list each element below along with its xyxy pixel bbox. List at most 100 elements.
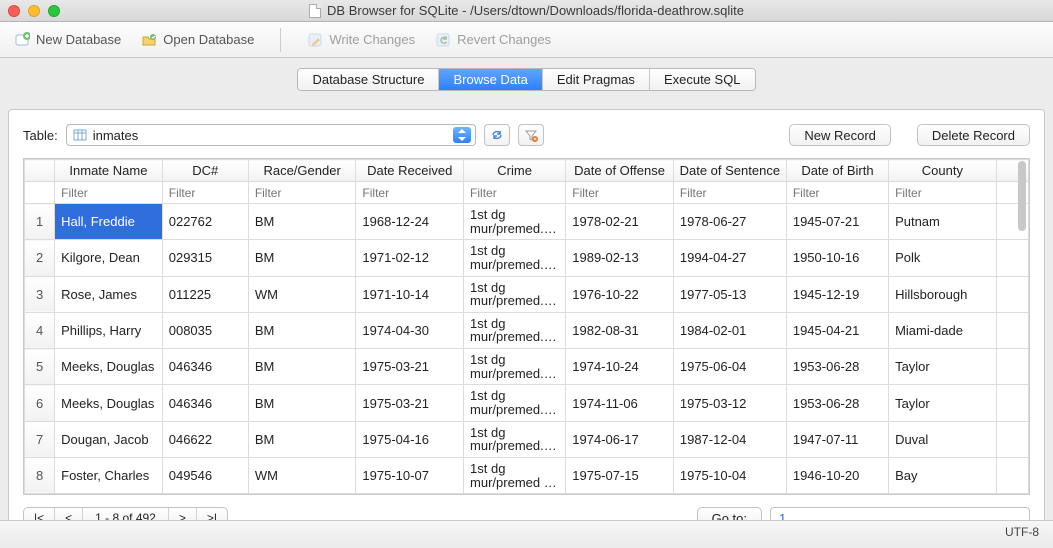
cell-crime[interactable]: 1st dg mur/premed. … — [464, 204, 566, 240]
column-header[interactable]: Date Received — [356, 160, 464, 182]
cell-dob[interactable]: 1953-06-28 — [786, 349, 888, 385]
cell-race-gender[interactable]: WM — [248, 276, 356, 312]
cell-crime[interactable]: 1st dg mur/premed. … — [464, 276, 566, 312]
table-row[interactable]: 5Meeks, Douglas046346BM1975-03-211st dg … — [25, 349, 1029, 385]
cell-date-sentence[interactable]: 1984-02-01 — [673, 312, 786, 348]
cell-dob[interactable]: 1950-10-16 — [786, 240, 888, 276]
column-header[interactable]: DC# — [162, 160, 248, 182]
filter-input[interactable] — [787, 183, 888, 203]
cell-dc[interactable]: 046346 — [162, 349, 248, 385]
cell-race-gender[interactable]: BM — [248, 349, 356, 385]
cell-dc[interactable]: 046346 — [162, 385, 248, 421]
cell-dc[interactable]: 029315 — [162, 240, 248, 276]
cell-date-sentence[interactable]: 1975-10-04 — [673, 457, 786, 493]
revert-changes-button[interactable]: Revert Changes — [435, 32, 551, 48]
cell-inmate-name[interactable]: Foster, Charles — [55, 457, 163, 493]
cell-dob[interactable]: 1953-06-28 — [786, 385, 888, 421]
cell-dob[interactable]: 1946-10-20 — [786, 457, 888, 493]
cell-crime[interactable]: 1st dg mur/premed. … — [464, 385, 566, 421]
cell-race-gender[interactable]: BM — [248, 421, 356, 457]
cell-date-received[interactable]: 1975-04-16 — [356, 421, 464, 457]
clear-filters-button[interactable] — [518, 124, 544, 146]
table-row[interactable]: 6Meeks, Douglas046346BM1975-03-211st dg … — [25, 385, 1029, 421]
cell-dob[interactable]: 1947-07-11 — [786, 421, 888, 457]
tab-browse-data[interactable]: Browse Data — [439, 69, 542, 90]
refresh-button[interactable] — [484, 124, 510, 146]
cell-date-sentence[interactable]: 1994-04-27 — [673, 240, 786, 276]
cell-inmate-name[interactable]: Dougan, Jacob — [55, 421, 163, 457]
tab-database-structure[interactable]: Database Structure — [298, 69, 439, 90]
cell-date-offense[interactable]: 1974-10-24 — [566, 349, 674, 385]
cell-date-offense[interactable]: 1974-06-17 — [566, 421, 674, 457]
open-database-button[interactable]: Open Database — [141, 32, 254, 48]
filter-input[interactable] — [464, 183, 565, 203]
cell-county[interactable]: Bay — [889, 457, 997, 493]
cell-date-received[interactable]: 1968-12-24 — [356, 204, 464, 240]
new-database-button[interactable]: New Database — [14, 32, 121, 48]
cell-date-sentence[interactable]: 1975-06-04 — [673, 349, 786, 385]
column-header[interactable]: Date of Birth — [786, 160, 888, 182]
cell-inmate-name[interactable]: Phillips, Harry — [55, 312, 163, 348]
cell-dc[interactable]: 022762 — [162, 204, 248, 240]
cell-county[interactable]: Miami-dade — [889, 312, 997, 348]
cell-crime[interactable]: 1st dg mur/premed. … — [464, 421, 566, 457]
cell-crime[interactable]: 1st dg mur/premed … — [464, 457, 566, 493]
cell-date-offense[interactable]: 1975-07-15 — [566, 457, 674, 493]
cell-date-received[interactable]: 1971-02-12 — [356, 240, 464, 276]
cell-county[interactable]: Hillsborough — [889, 276, 997, 312]
data-grid[interactable]: Inmate Name DC# Race/Gender Date Receive… — [23, 158, 1030, 495]
tab-execute-sql[interactable]: Execute SQL — [650, 69, 755, 90]
cell-crime[interactable]: 1st dg mur/premed. … — [464, 349, 566, 385]
cell-date-received[interactable]: 1974-04-30 — [356, 312, 464, 348]
cell-dc[interactable]: 049546 — [162, 457, 248, 493]
cell-county[interactable]: Putnam — [889, 204, 997, 240]
cell-date-received[interactable]: 1975-03-21 — [356, 349, 464, 385]
new-record-button[interactable]: New Record — [789, 124, 891, 146]
cell-dob[interactable]: 1945-12-19 — [786, 276, 888, 312]
cell-date-sentence[interactable]: 1977-05-13 — [673, 276, 786, 312]
cell-county[interactable]: Polk — [889, 240, 997, 276]
table-row[interactable]: 4Phillips, Harry008035BM1974-04-301st dg… — [25, 312, 1029, 348]
table-row[interactable]: 2Kilgore, Dean029315BM1971-02-121st dg m… — [25, 240, 1029, 276]
cell-date-offense[interactable]: 1982-08-31 — [566, 312, 674, 348]
column-header[interactable]: Date of Sentence — [673, 160, 786, 182]
cell-inmate-name[interactable]: Kilgore, Dean — [55, 240, 163, 276]
cell-dob[interactable]: 1945-07-21 — [786, 204, 888, 240]
cell-date-received[interactable]: 1971-10-14 — [356, 276, 464, 312]
cell-dob[interactable]: 1945-04-21 — [786, 312, 888, 348]
table-row[interactable]: 3Rose, James011225WM1971-10-141st dg mur… — [25, 276, 1029, 312]
filter-input[interactable] — [889, 183, 996, 203]
cell-date-offense[interactable]: 1989-02-13 — [566, 240, 674, 276]
cell-inmate-name[interactable]: Hall, Freddie — [55, 204, 163, 240]
cell-date-received[interactable]: 1975-10-07 — [356, 457, 464, 493]
filter-input[interactable] — [249, 183, 356, 203]
table-row[interactable]: 1Hall, Freddie022762BM1968-12-241st dg m… — [25, 204, 1029, 240]
filter-input[interactable] — [674, 183, 786, 203]
filter-input[interactable] — [55, 183, 162, 203]
table-select[interactable]: inmates — [66, 124, 476, 146]
cell-date-offense[interactable]: 1978-02-21 — [566, 204, 674, 240]
column-header[interactable]: Inmate Name — [55, 160, 163, 182]
filter-input[interactable] — [163, 183, 248, 203]
zoom-icon[interactable] — [48, 5, 60, 17]
cell-crime[interactable]: 1st dg mur/premed. … — [464, 240, 566, 276]
minimize-icon[interactable] — [28, 5, 40, 17]
cell-county[interactable]: Taylor — [889, 349, 997, 385]
cell-county[interactable]: Taylor — [889, 385, 997, 421]
write-changes-button[interactable]: Write Changes — [307, 32, 415, 48]
cell-date-sentence[interactable]: 1975-03-12 — [673, 385, 786, 421]
filter-input[interactable] — [356, 183, 463, 203]
cell-date-sentence[interactable]: 1978-06-27 — [673, 204, 786, 240]
filter-input[interactable] — [566, 183, 673, 203]
column-header[interactable]: Crime — [464, 160, 566, 182]
vertical-scrollbar[interactable] — [1017, 161, 1027, 492]
cell-crime[interactable]: 1st dg mur/premed. … — [464, 312, 566, 348]
cell-race-gender[interactable]: BM — [248, 204, 356, 240]
cell-race-gender[interactable]: BM — [248, 385, 356, 421]
column-header[interactable]: Date of Offense — [566, 160, 674, 182]
cell-dc[interactable]: 008035 — [162, 312, 248, 348]
tab-edit-pragmas[interactable]: Edit Pragmas — [543, 69, 650, 90]
cell-inmate-name[interactable]: Rose, James — [55, 276, 163, 312]
table-row[interactable]: 7Dougan, Jacob046622BM1975-04-161st dg m… — [25, 421, 1029, 457]
column-header[interactable]: Race/Gender — [248, 160, 356, 182]
